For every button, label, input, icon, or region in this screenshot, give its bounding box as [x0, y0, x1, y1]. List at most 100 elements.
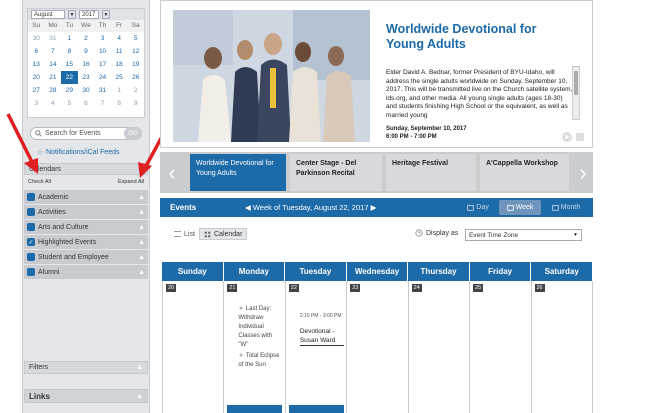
mini-calendar-day[interactable]: 5	[61, 97, 78, 110]
mini-calendar-day[interactable]: 31	[94, 84, 111, 97]
day-number: 23	[350, 284, 361, 292]
month-select[interactable]: August	[31, 10, 65, 19]
calendar-category[interactable]: Student and Employee ▲	[24, 250, 148, 264]
mini-calendar-day[interactable]: 23	[78, 71, 95, 84]
day-cell[interactable]: 23	[347, 281, 409, 413]
mini-calendar-day[interactable]: 16	[78, 58, 95, 71]
mini-calendar-day[interactable]: 11	[111, 45, 128, 58]
mini-calendar-day[interactable]: 7	[94, 97, 111, 110]
day-cell[interactable]: 26	[532, 281, 593, 413]
mini-calendar-day[interactable]: 21	[45, 71, 62, 84]
mini-calendar-day[interactable]: 17	[94, 58, 111, 71]
carousel-next-button[interactable]: ›	[573, 152, 593, 193]
filters-panel-header[interactable]: Filters ▲	[24, 361, 148, 374]
mini-calendar-day[interactable]: 4	[111, 32, 128, 45]
mini-calendar-day[interactable]: 9	[127, 97, 144, 110]
mini-calendar-day[interactable]: 27	[28, 84, 45, 97]
calendar-category[interactable]: Academic ▲	[24, 190, 148, 204]
calendar-category-label: Arts and Culture	[38, 223, 89, 231]
mini-calendar-day[interactable]: 9	[78, 45, 95, 58]
mini-calendar-day[interactable]: 6	[28, 45, 45, 58]
mini-calendar-day[interactable]: 15	[61, 58, 78, 71]
chevron-down-icon[interactable]: ▼	[68, 10, 76, 19]
scrollbar-thumb[interactable]	[574, 71, 578, 95]
mini-calendar-day[interactable]: 8	[111, 97, 128, 110]
event-item[interactable]: ★ Last Day: Withdraw Individual Classes w…	[238, 305, 282, 350]
calendar-category[interactable]: Arts and Culture ▲	[24, 220, 148, 234]
mini-calendar-day[interactable]: 13	[28, 58, 45, 71]
mini-calendar-day[interactable]: 26	[127, 71, 144, 84]
mini-calendar-day[interactable]: 14	[45, 58, 62, 71]
expand-icon[interactable]: ▲	[138, 254, 145, 261]
expand-icon[interactable]: ▲	[138, 239, 145, 246]
day-cell[interactable]: 22 2:10 PM - 3:00 PM Devotional - Susan Wa…	[286, 281, 348, 413]
mini-calendar-day[interactable]: 31	[45, 32, 62, 45]
chevron-down-icon[interactable]: ▼	[102, 10, 110, 19]
day-view-button[interactable]: Day	[463, 200, 493, 215]
more-events-bar[interactable]	[227, 405, 283, 413]
day-cell[interactable]: 24	[409, 281, 471, 413]
day-cell[interactable]: 20	[163, 281, 225, 413]
mini-calendar-day[interactable]: 29	[61, 84, 78, 97]
checkbox-icon[interactable]	[27, 223, 35, 231]
day-cell[interactable]: 21 ★ Last Day: Withdraw Individual Classes…	[224, 281, 286, 413]
mini-calendar-day[interactable]: 30	[78, 84, 95, 97]
mini-calendar-day[interactable]: 3	[94, 32, 111, 45]
carousel-item[interactable]: A'Cappella Workshop	[480, 154, 569, 191]
timezone-select[interactable]: Event Time Zone ▼	[465, 229, 582, 241]
expand-icon[interactable]: ▲	[138, 224, 145, 231]
checkbox-icon[interactable]	[27, 268, 35, 276]
mini-calendar-day[interactable]: 24	[94, 71, 111, 84]
mini-calendar-day[interactable]: 6	[78, 97, 95, 110]
event-item[interactable]: ★ Total Eclipse of the Sun	[238, 352, 282, 370]
mini-calendar-day[interactable]: 22	[61, 71, 78, 84]
mini-calendar-day[interactable]: 12	[127, 45, 144, 58]
mini-calendar-day[interactable]: 10	[94, 45, 111, 58]
mini-calendar-day[interactable]: 30	[28, 32, 45, 45]
list-view-toggle[interactable]: List	[170, 228, 199, 240]
mini-calendar-day[interactable]: 1	[61, 32, 78, 45]
mini-calendar-day[interactable]: 5	[127, 32, 144, 45]
carousel-prev-button[interactable]: ‹	[160, 152, 184, 193]
description-scrollbar[interactable]	[572, 66, 580, 120]
calendar-category[interactable]: Activities ▲	[24, 205, 148, 219]
year-select[interactable]: 2017	[79, 10, 99, 19]
week-view-button[interactable]: Week	[499, 200, 541, 215]
expand-icon[interactable]: ▲	[138, 209, 145, 216]
mini-calendar-day[interactable]: 7	[45, 45, 62, 58]
month-view-button[interactable]: Month	[546, 200, 586, 215]
calendar-category[interactable]: ✓ Highlighted Events ▲	[24, 235, 148, 249]
carousel-item[interactable]: Worldwide Devotional for Young Adults	[190, 154, 286, 191]
carousel-item[interactable]: Heritage Festival	[386, 154, 476, 191]
expand-icon[interactable]: ▲	[138, 194, 145, 201]
grid-icon[interactable]	[576, 133, 584, 141]
event-title-link[interactable]: Devotional - Susan Ward	[299, 327, 344, 346]
carousel-controls[interactable]	[562, 131, 586, 143]
mini-calendar-day[interactable]: 19	[127, 58, 144, 71]
checkbox-icon[interactable]	[27, 193, 35, 201]
carousel-item[interactable]: Center Stage - Del Parkinson Recital	[290, 154, 382, 191]
featured-event-title[interactable]: Worldwide Devotional for Young Adults	[386, 22, 566, 52]
checkbox-checked-icon[interactable]: ✓	[27, 238, 35, 246]
mini-calendar-day[interactable]: 8	[61, 45, 78, 58]
links-panel-header[interactable]: Links ▲	[24, 389, 148, 403]
mini-calendar-day[interactable]: 18	[111, 58, 128, 71]
mini-calendar-day[interactable]: 1	[111, 84, 128, 97]
weekday-label: Sa	[127, 20, 144, 32]
week-navigator[interactable]: ◀ Week of Tuesday, August 22, 2017 ▶	[245, 203, 376, 212]
day-cell[interactable]: 25	[470, 281, 532, 413]
check-all-link[interactable]: Check All	[28, 179, 51, 185]
search-placeholder: Search for Events	[45, 130, 101, 137]
expand-icon[interactable]: ▲	[138, 269, 145, 276]
mini-calendar-day[interactable]: 2	[127, 84, 144, 97]
mini-calendar-day[interactable]: 28	[45, 84, 62, 97]
checkbox-icon[interactable]	[27, 208, 35, 216]
mini-calendar-day[interactable]: 2	[78, 32, 95, 45]
checkbox-icon[interactable]	[27, 253, 35, 261]
calendar-view-toggle[interactable]: Calendar	[199, 228, 248, 240]
mini-calendar-day[interactable]: 25	[111, 71, 128, 84]
more-events-bar[interactable]	[288, 405, 344, 413]
weekday-header: Monday	[224, 262, 286, 281]
calendar-category[interactable]: Alumni ▲	[24, 265, 148, 279]
mini-calendar-day[interactable]: 20	[28, 71, 45, 84]
